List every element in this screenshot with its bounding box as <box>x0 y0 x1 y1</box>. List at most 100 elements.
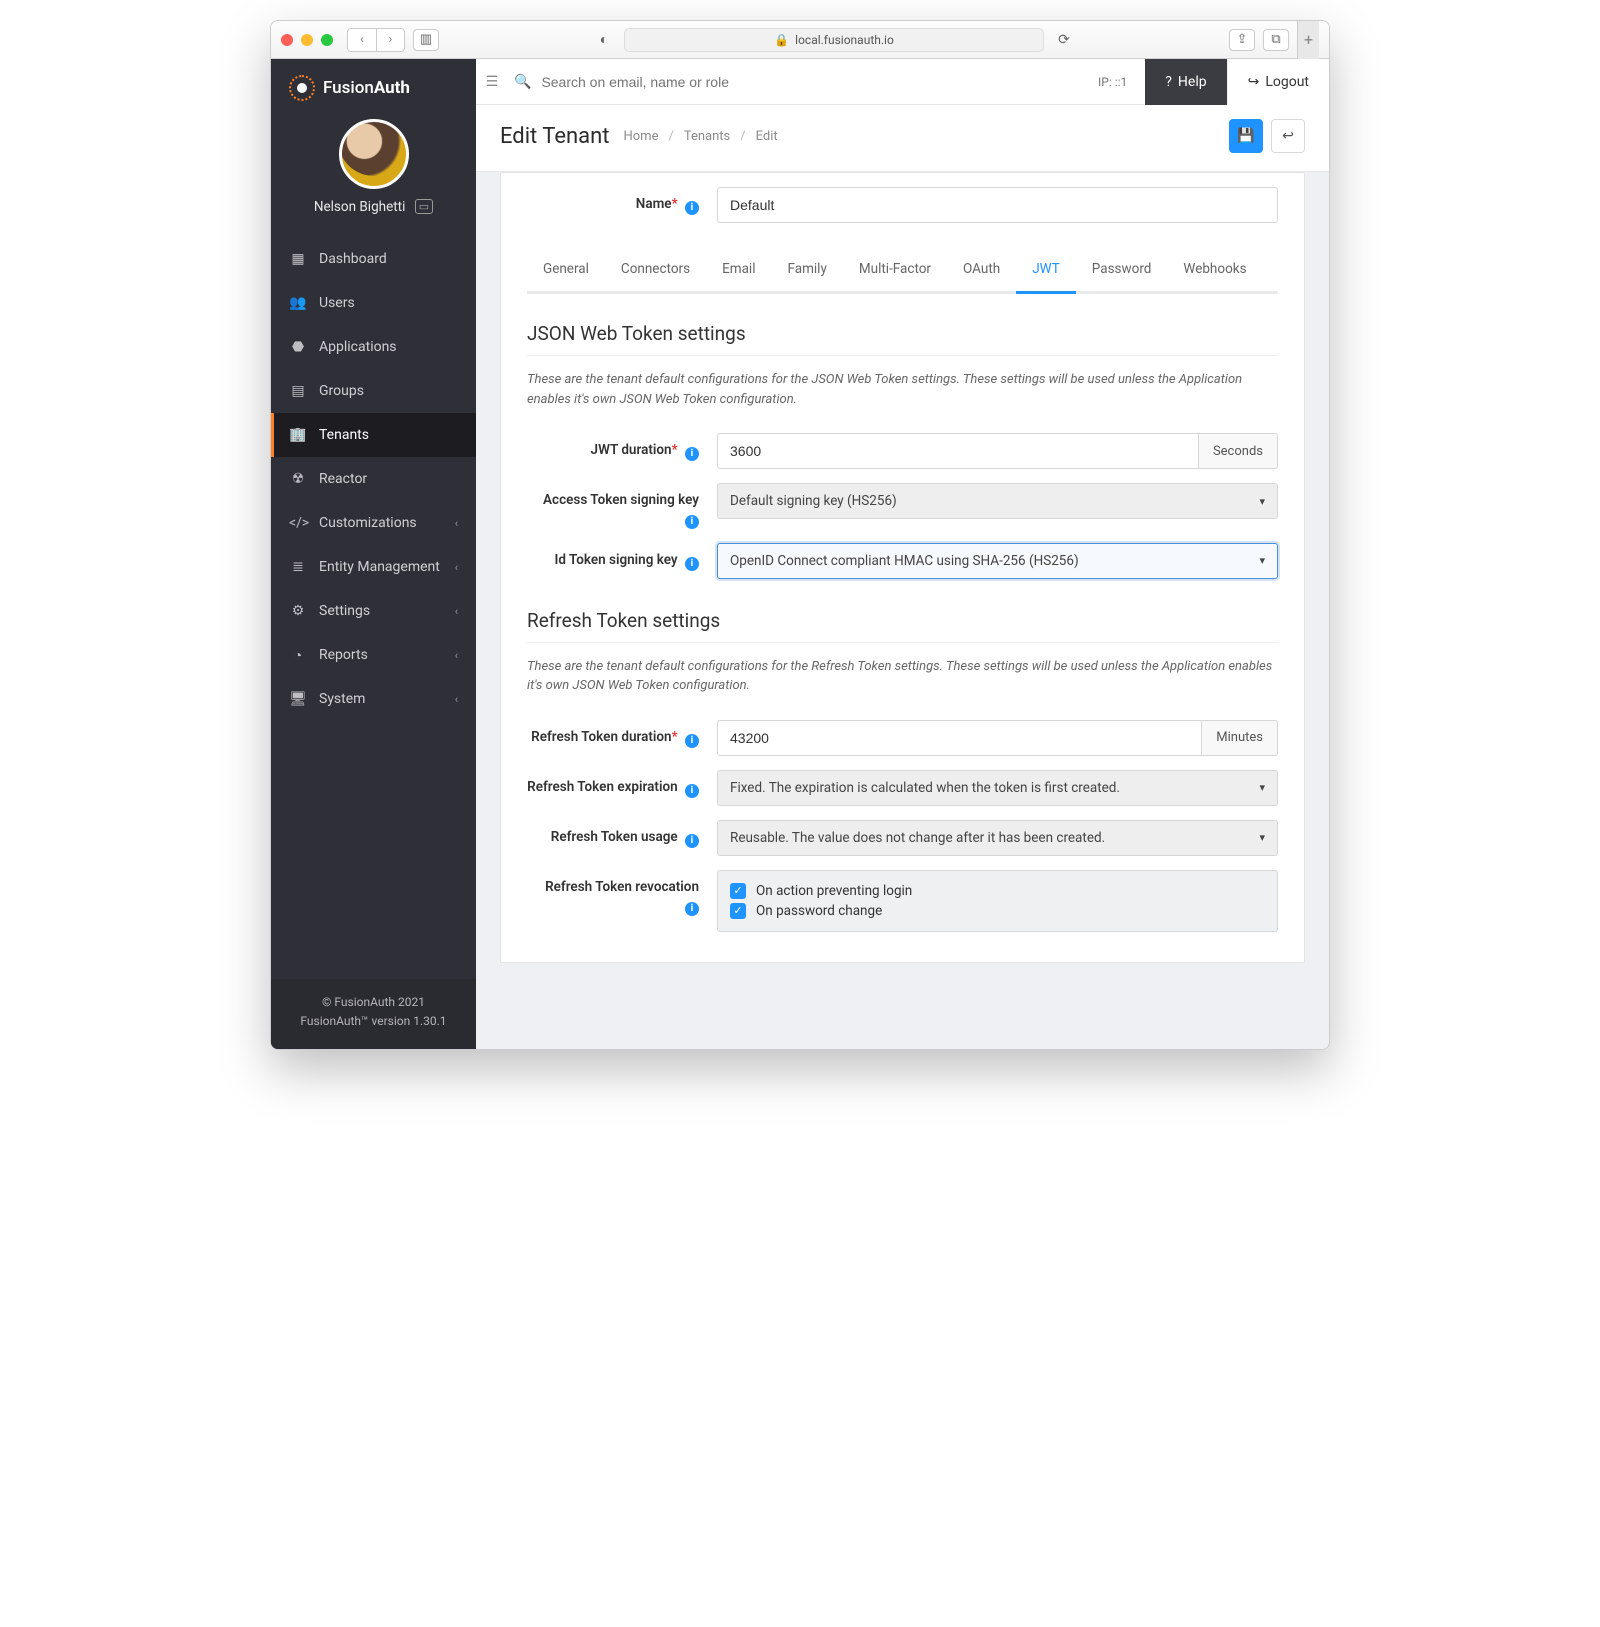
jwt-heading: JSON Web Token settings <box>527 322 1278 356</box>
tab-connectors[interactable]: Connectors <box>605 249 706 291</box>
logout-button[interactable]: ↪Logout <box>1227 59 1329 105</box>
breadcrumb-item: Edit <box>756 129 778 144</box>
topbar: ☰ 🔍 IP: ::1 ?Help ↪Logout <box>476 59 1329 105</box>
sidebar-item-label: Groups <box>319 383 364 399</box>
id-token-key-select[interactable]: OpenID Connect compliant HMAC using SHA-… <box>717 543 1278 579</box>
select-value: Reusable. The value does not change afte… <box>730 830 1105 846</box>
sidebar-item-system[interactable]: 🖥System‹ <box>271 677 476 721</box>
share-icon[interactable]: ⇪ <box>1229 29 1255 51</box>
browser-url-host: local.fusionauth.io <box>795 33 894 47</box>
tab-general[interactable]: General <box>527 249 605 291</box>
revocation-option[interactable]: ✓ On password change <box>730 901 1265 921</box>
sidebar-item-label: Applications <box>319 339 397 355</box>
browser-window: ‹ › ▥ ◐ 🔒 local.fusionauth.io ⟳ ⇪ ⧉ + Fu… <box>270 20 1330 1050</box>
window-close-icon[interactable] <box>281 34 293 46</box>
collapse-sidebar-button[interactable]: ☰ <box>476 74 508 90</box>
sidebar-item-applications[interactable]: ⬣ Applications <box>271 325 476 369</box>
sidebar-item-settings[interactable]: ⚙ Settings ‹ <box>271 589 476 633</box>
sidebar-item-label: Settings <box>319 603 370 619</box>
current-user[interactable]: Nelson Bighetti ▭ <box>271 199 476 231</box>
tenant-name-input[interactable] <box>717 187 1278 223</box>
select-value: Default signing key (HS256) <box>730 493 897 509</box>
breadcrumb-item[interactable]: Tenants <box>684 129 730 144</box>
sidebar-toggle-icon[interactable]: ▥ <box>413 29 439 51</box>
layers-icon: ▤ <box>289 383 307 399</box>
jwt-duration-input[interactable] <box>717 433 1199 469</box>
sidebar-item-reports[interactable]: ◔Reports‹ <box>271 633 476 677</box>
sidebar-item-groups[interactable]: ▤ Groups <box>271 369 476 413</box>
browser-forward-button[interactable]: › <box>376 29 404 51</box>
tab-multi-factor[interactable]: Multi-Factor <box>843 249 947 291</box>
refresh-expiration-select[interactable]: Fixed. The expiration is calculated when… <box>717 770 1278 806</box>
tab-jwt[interactable]: JWT <box>1016 249 1076 291</box>
info-icon[interactable]: i <box>685 447 699 461</box>
refresh-duration-input[interactable] <box>717 720 1202 756</box>
lock-icon: 🔒 <box>774 33 789 47</box>
tab-password[interactable]: Password <box>1076 249 1168 291</box>
new-tab-button[interactable]: + <box>1297 21 1319 59</box>
privacy-shield-icon[interactable]: ◐ <box>592 29 616 51</box>
tab-webhooks[interactable]: Webhooks <box>1167 249 1262 291</box>
refresh-description: These are the tenant default configurati… <box>527 657 1278 696</box>
sidebar-item-tenants[interactable]: 🏢Tenants <box>271 413 476 457</box>
tab-family[interactable]: Family <box>771 249 842 291</box>
sidebar-item-label: Dashboard <box>319 251 387 267</box>
sidebar-nav: ▦Dashboard 👥Users ⬣Applications ▤Groups … <box>271 237 476 721</box>
info-icon[interactable]: i <box>685 515 699 529</box>
access-token-key-select[interactable]: Default signing key (HS256) ▾ <box>717 483 1278 519</box>
refresh-duration-unit: Minutes <box>1202 720 1278 756</box>
revocation-option[interactable]: ✓ On action preventing login <box>730 881 1265 901</box>
refresh-duration-label: Refresh Token duration* i <box>527 720 717 748</box>
sidebar-item-label: System <box>319 691 365 707</box>
question-icon: ? <box>1165 74 1172 90</box>
browser-url-bar[interactable]: 🔒 local.fusionauth.io <box>624 28 1044 52</box>
help-button[interactable]: ?Help <box>1145 59 1226 105</box>
chevron-left-icon: ‹ <box>455 649 458 662</box>
search-icon: 🔍 <box>514 74 531 90</box>
tab-oauth[interactable]: OAuth <box>947 249 1016 291</box>
sidebar-item-entity-management[interactable]: ≣Entity Management‹ <box>271 545 476 589</box>
sidebar-item-dashboard[interactable]: ▦Dashboard <box>271 237 476 281</box>
window-minimize-icon[interactable] <box>301 34 313 46</box>
chevron-left-icon: ‹ <box>455 693 458 706</box>
sidebar-item-users[interactable]: 👥Users <box>271 281 476 325</box>
tabs-overview-icon[interactable]: ⧉ <box>1263 29 1289 51</box>
info-icon[interactable]: i <box>685 784 699 798</box>
chevron-down-icon: ▾ <box>1259 495 1265 508</box>
brand-logo[interactable]: FusionAuth <box>271 59 476 111</box>
checkbox-checked-icon[interactable]: ✓ <box>730 883 746 899</box>
info-icon[interactable]: i <box>685 201 699 215</box>
jwt-duration-label: JWT duration* i <box>527 433 717 461</box>
id-card-icon: ▭ <box>415 199 433 214</box>
info-icon[interactable]: i <box>685 834 699 848</box>
info-icon[interactable]: i <box>685 734 699 748</box>
sidebar-item-reactor[interactable]: ☢Reactor <box>271 457 476 501</box>
breadcrumb-item[interactable]: Home <box>623 129 658 144</box>
chevron-left-icon: ‹ <box>455 605 458 618</box>
name-label: Name* i <box>527 187 717 215</box>
current-user-name: Nelson Bighetti <box>314 199 406 215</box>
tab-email[interactable]: Email <box>706 249 771 291</box>
save-button[interactable]: 💾 <box>1229 119 1263 153</box>
info-icon[interactable]: i <box>685 557 699 571</box>
chevron-down-icon: ▾ <box>1259 781 1265 794</box>
sidebar-item-customizations[interactable]: </>Customizations‹ <box>271 501 476 545</box>
select-value: OpenID Connect compliant HMAC using SHA-… <box>730 553 1079 569</box>
reload-icon[interactable]: ⟳ <box>1052 29 1076 51</box>
refresh-usage-select[interactable]: Reusable. The value does not change afte… <box>717 820 1278 856</box>
window-zoom-icon[interactable] <box>321 34 333 46</box>
info-icon[interactable]: i <box>685 902 699 916</box>
main-panel: ☰ 🔍 IP: ::1 ?Help ↪Logout Edit Tenant Ho… <box>476 59 1329 1049</box>
version-text: FusionAuth™ version 1.30.1 <box>271 1012 476 1031</box>
sidebar-item-label: Entity Management <box>319 559 440 575</box>
page-title: Edit Tenant <box>500 124 609 149</box>
search-input[interactable] <box>541 74 1080 90</box>
avatar[interactable] <box>339 119 409 189</box>
checkbox-checked-icon[interactable]: ✓ <box>730 903 746 919</box>
back-button[interactable]: ↩ <box>1271 119 1305 153</box>
building-icon: 🏢 <box>289 427 307 443</box>
browser-back-button[interactable]: ‹ <box>348 29 376 51</box>
sliders-icon: ⚙ <box>289 603 307 619</box>
radiation-icon: ☢ <box>289 471 307 487</box>
cube-icon: ⬣ <box>289 339 307 355</box>
